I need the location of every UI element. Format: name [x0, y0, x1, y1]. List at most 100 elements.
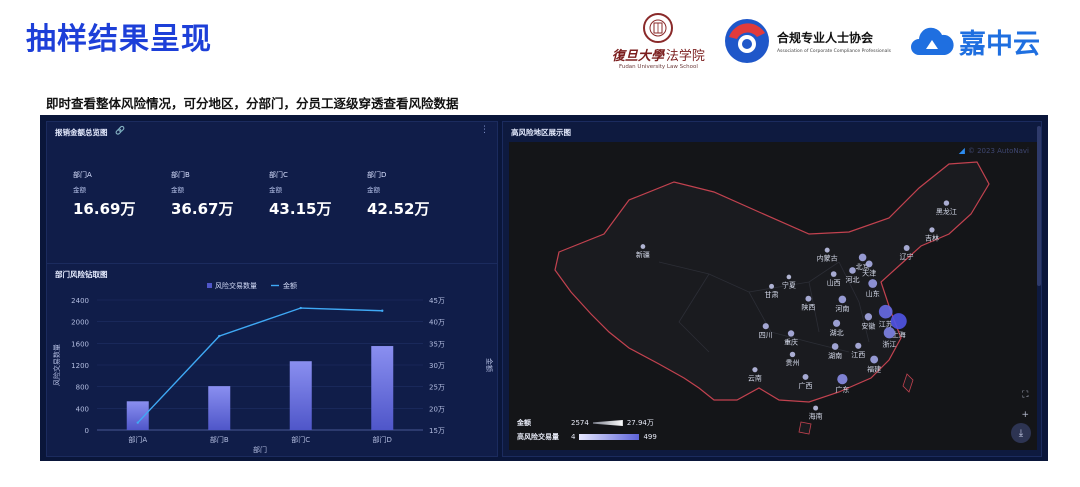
summary-dept: 部门D — [367, 171, 387, 179]
map-point[interactable] — [838, 295, 847, 304]
summary-value: 43.15万 — [269, 200, 332, 218]
summary-item[interactable]: 部门B 金额 36.67万 — [171, 170, 269, 219]
map-point[interactable] — [640, 244, 646, 249]
ccp-en: Association of Corporate Compliance Prof… — [776, 48, 891, 54]
legend-size-bar — [592, 420, 623, 426]
map-point[interactable] — [787, 330, 795, 337]
more-options-icon[interactable]: ⋮ — [480, 125, 489, 135]
hainan — [798, 421, 812, 435]
cloud-icon — [911, 27, 954, 55]
map-point[interactable] — [786, 274, 792, 280]
legend-size-max: 27.94万 — [626, 419, 654, 427]
map-province-label: 湖南 — [828, 351, 842, 360]
map-point[interactable] — [805, 295, 812, 302]
y2-axis-label: 金额 — [485, 358, 494, 372]
summary-item[interactable]: 部门C 金额 43.15万 — [269, 170, 367, 219]
map-point[interactable] — [824, 247, 830, 253]
summary-dept: 部门C — [269, 171, 288, 179]
y2-tick-label: 15万 — [429, 427, 445, 435]
download-button[interactable]: ⤓ — [1011, 423, 1031, 443]
map-province-label: 重庆 — [784, 338, 798, 347]
x-axis-label: 部门 — [253, 445, 267, 454]
map-point[interactable] — [831, 343, 839, 350]
drilldown-chart[interactable]: 0 400 800 1200 1600 2000 2400 15万 20万 25万 30万 35万 40… — [47, 264, 499, 458]
x-tick-label: 部门A — [128, 435, 147, 444]
map-panel: 高风险地区展示图 黑龙江 吉林 辽宁 内蒙古 北京 天津 河北 山西 新疆 宁夏 甘肃 陕西 山东 河南江… — [502, 121, 1042, 457]
map-point[interactable] — [943, 200, 950, 206]
fudan-logo: 復旦大學 法学院 Fudan University Law School — [612, 12, 705, 70]
map-legend: 金额 2574 27.94万 高风险交易量 4 499 — [517, 414, 657, 442]
y2-tick-label: 20万 — [429, 405, 445, 413]
y2-tick-label: 25万 — [429, 384, 445, 392]
map-point[interactable] — [890, 313, 907, 330]
summary-panel-title: 报销金额总览图 — [55, 128, 108, 137]
dashboard: 报销金额总览图 🔗 ⋮ 部门A 金额 16.69万 部门B 金额 36.67万 … — [40, 115, 1048, 461]
map-point[interactable] — [878, 304, 893, 319]
map-province-label: 宁夏 — [782, 280, 796, 289]
legend-color-label: 高风险交易量 — [517, 433, 559, 441]
summary-label: 金额 — [171, 186, 184, 194]
summary-item[interactable]: 部门A 金额 16.69万 — [73, 170, 171, 219]
map-province-label: 浙江 — [882, 339, 896, 348]
y2-tick-label: 40万 — [429, 319, 445, 327]
map-panel-title: 高风险地区展示图 — [511, 128, 571, 137]
map-point[interactable] — [868, 279, 878, 288]
map-province-label: 吉林 — [925, 233, 939, 242]
map-point[interactable] — [830, 271, 837, 277]
map-province-label: 福建 — [867, 364, 881, 373]
map-province-label: 河南 — [835, 304, 849, 313]
map-point[interactable] — [837, 373, 848, 385]
compass-icon[interactable]: ⛶ — [1022, 390, 1028, 400]
link-icon[interactable]: 🔗 — [115, 126, 125, 135]
map-scrollbar[interactable] — [1037, 126, 1041, 286]
summary-label: 金额 — [73, 186, 86, 194]
legend-size-label: 金额 — [517, 419, 531, 427]
map-province-label: 辽宁 — [900, 252, 914, 261]
map-point[interactable] — [802, 373, 809, 380]
summary-value: 42.52万 — [367, 200, 430, 218]
map-point[interactable] — [858, 253, 867, 262]
map-watermark: ◢ © 2023 AutoNavi — [959, 146, 1029, 155]
y2-tick-label: 30万 — [429, 362, 445, 370]
map-point[interactable] — [883, 327, 895, 339]
map-point[interactable] — [833, 319, 841, 327]
summary-dept: 部门A — [73, 171, 92, 179]
map-province-label: 贵州 — [786, 358, 800, 367]
map-point[interactable] — [762, 323, 769, 330]
drilldown-chart-panel: 部门风险钻取图 0 400 800 1200 1600 2000 2400 15万 20万 25万… — [46, 263, 498, 457]
map-point[interactable] — [864, 313, 873, 321]
map-point[interactable] — [849, 267, 856, 274]
map-point[interactable] — [789, 351, 796, 358]
slide-subtitle: 即时查看整体风险情况，可分地区，分部门，分员工逐级穿透查看风险数据 — [46, 96, 459, 111]
y-tick-label: 1200 — [71, 362, 89, 370]
download-icon: ⤓ — [1018, 427, 1024, 439]
map-province-label: 海南 — [809, 412, 823, 421]
map-point[interactable] — [865, 260, 873, 268]
map-point[interactable] — [813, 405, 819, 411]
map-point[interactable] — [929, 227, 935, 233]
map-point[interactable] — [855, 342, 862, 349]
bar — [371, 346, 394, 430]
map-point[interactable] — [752, 367, 758, 373]
y2-tick-label: 45万 — [429, 297, 445, 305]
y-axis-label: 风险交易数量 — [52, 344, 61, 386]
legend-bar-label: 风险交易数量 — [215, 281, 257, 290]
line-point — [299, 306, 302, 310]
map-province-label: 安徽 — [861, 321, 875, 330]
map-province-label: 黑龙江 — [936, 207, 957, 216]
map-point[interactable] — [769, 283, 775, 289]
summary-item[interactable]: 部门D 金额 42.52万 — [367, 170, 465, 219]
map-province-label: 广西 — [799, 381, 813, 390]
map-point[interactable] — [870, 355, 879, 364]
map-area[interactable]: 黑龙江 吉林 辽宁 内蒙古 北京 天津 河北 山西 新疆 宁夏 甘肃 陕西 山东 河南 江苏 安徽 上海 湖北 四川… — [509, 142, 1037, 450]
map-point[interactable] — [903, 245, 910, 251]
summary-panel: 报销金额总览图 🔗 ⋮ 部门A 金额 16.69万 部门B 金额 36.67万 … — [46, 121, 498, 265]
map-province-label: 陕西 — [801, 303, 815, 312]
zoom-in-icon[interactable]: + — [1021, 410, 1029, 420]
taiwan — [902, 373, 914, 393]
fudan-seal-icon — [643, 12, 674, 43]
y2-tick-label: 35万 — [429, 340, 445, 348]
legend-color-min: 4 — [571, 433, 576, 441]
slide-title: 抽样结果呈现 — [26, 22, 212, 57]
map-province-label: 内蒙古 — [817, 254, 838, 263]
